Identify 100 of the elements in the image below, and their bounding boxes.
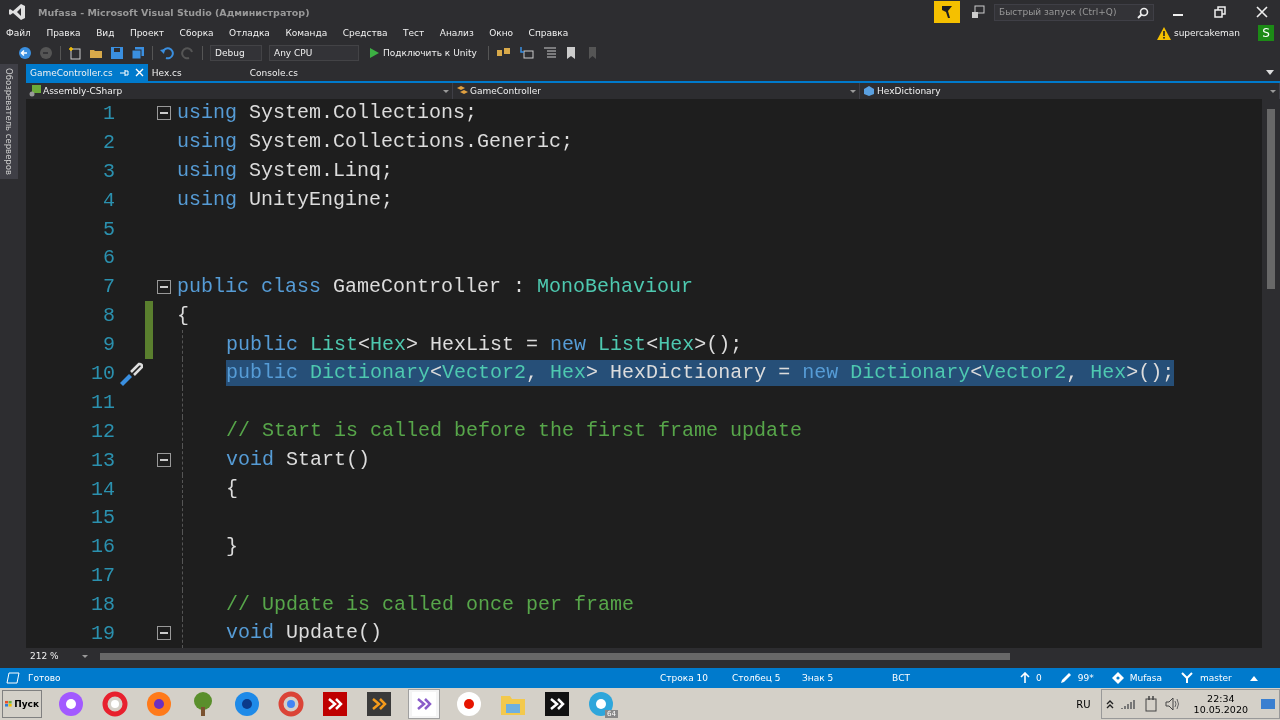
document-tab[interactable]: Console.cs <box>245 64 344 81</box>
app-icon <box>544 691 570 717</box>
collapse-toggle[interactable] <box>157 453 171 468</box>
chevron-up-icon[interactable] <box>1105 699 1114 709</box>
arrow-up-icon <box>1020 672 1030 684</box>
menu-item[interactable]: Файл <box>6 28 31 38</box>
type-dropdown[interactable]: GameController <box>453 83 860 99</box>
taskbar-app[interactable] <box>232 690 262 718</box>
line-number: 12 <box>90 419 115 443</box>
code-line: public class GameController : MonoBehaviour <box>177 273 694 300</box>
menu-item[interactable]: Тест <box>403 28 425 38</box>
quick-launch-field[interactable]: Быстрый запуск (Ctrl+Q) <box>994 3 1154 21</box>
line-number: 6 <box>102 246 115 270</box>
speaker-icon[interactable] <box>1164 697 1181 711</box>
restore-icon[interactable] <box>1214 6 1226 18</box>
pin-icon[interactable] <box>118 67 129 78</box>
menu-item[interactable]: Справка <box>528 28 569 38</box>
pencil-icon <box>1059 672 1072 684</box>
caret-up-icon[interactable] <box>1249 675 1258 681</box>
live-share-icon[interactable] <box>970 4 986 20</box>
project-dropdown[interactable]: Assembly-CSharp <box>26 83 453 99</box>
power-icon[interactable] <box>1143 696 1158 712</box>
app-icon <box>456 691 482 717</box>
line-number: 8 <box>102 304 115 328</box>
step-icon[interactable] <box>518 46 535 60</box>
menu-item[interactable]: Сборка <box>179 28 214 38</box>
code-line: void Update() <box>226 620 383 647</box>
taskbar-app[interactable] <box>542 690 572 718</box>
line-number: 1 <box>102 101 115 125</box>
branch-icon <box>1180 672 1195 684</box>
taskbar-app[interactable] <box>364 690 394 718</box>
platform-dropdown[interactable]: Any CPU <box>269 45 359 61</box>
column-indicator: Столбец 5 <box>732 673 782 683</box>
field-icon <box>863 85 875 97</box>
zoom-dropdown[interactable]: 212 % <box>26 651 92 661</box>
app-icon <box>146 691 172 717</box>
changes-count[interactable]: 99* <box>1077 673 1094 683</box>
line-number: 14 <box>90 477 115 501</box>
start-button[interactable]: Пуск <box>2 690 42 718</box>
user-name[interactable]: supercakeman <box>1173 28 1240 38</box>
menu-item[interactable]: Анализ <box>439 28 474 38</box>
code-line: // Update is called once per frame <box>226 591 635 618</box>
save-icon[interactable] <box>110 46 124 60</box>
search-icon[interactable] <box>1137 6 1149 19</box>
line-number: 2 <box>102 130 115 154</box>
new-item-icon[interactable] <box>68 46 82 60</box>
line-number: 15 <box>90 506 115 530</box>
menu-item[interactable]: Проект <box>129 28 165 38</box>
line-indicator: Строка 10 <box>660 673 709 683</box>
language-indicator[interactable]: RU <box>1076 698 1091 710</box>
tab-list-dropdown-icon[interactable] <box>1266 70 1274 75</box>
close-icon[interactable] <box>1256 6 1268 18</box>
document-tab[interactable]: GameController.cs <box>26 64 148 81</box>
configuration-dropdown[interactable]: Debug <box>210 45 262 61</box>
repository-icon <box>1111 672 1124 684</box>
output-icon <box>6 672 20 684</box>
menu-item[interactable]: Отладка <box>229 28 270 38</box>
code-line: { <box>226 476 238 502</box>
menu-item[interactable]: Правка <box>46 28 81 38</box>
repository-name[interactable]: Mufasa <box>1129 673 1163 683</box>
taskbar-app[interactable] <box>320 690 350 718</box>
app-icon <box>102 691 128 717</box>
document-tab[interactable]: Hex.cs <box>147 64 246 81</box>
clock-date[interactable]: 10.05.2020 <box>1193 704 1248 715</box>
code-line: { <box>177 302 189 329</box>
line-number: 13 <box>90 448 115 472</box>
code-line: using System.Linq; <box>177 158 394 185</box>
windows-logo-icon <box>5 698 13 710</box>
line-number: 10 <box>90 361 115 385</box>
menu-item[interactable]: Средства <box>342 28 388 38</box>
feedback-flag-icon[interactable] <box>934 1 960 23</box>
collapse-toggle[interactable] <box>157 279 171 294</box>
menu-item[interactable]: Вид <box>96 28 115 38</box>
attach-unity-button[interactable]: Подключить к Unity <box>366 48 481 58</box>
insert-mode-indicator: ВСТ <box>892 673 911 683</box>
branch-name[interactable]: master <box>1200 673 1232 683</box>
undo-icon[interactable] <box>160 46 174 60</box>
line-number: 18 <box>90 593 115 617</box>
line-number: 4 <box>102 188 115 212</box>
bookmark-icon[interactable] <box>564 46 577 60</box>
line-number: 17 <box>90 564 115 588</box>
collapse-toggle[interactable] <box>157 626 171 641</box>
list-icon[interactable] <box>541 46 558 60</box>
server-explorer-tab[interactable]: Обозреватель серверов <box>0 64 18 179</box>
window-title: Mufasa - Microsoft Visual Studio (Администратор) <box>38 6 310 18</box>
menu-item[interactable]: Окно <box>489 28 514 38</box>
show-desktop-icon[interactable] <box>1261 698 1275 710</box>
menu-item[interactable]: Команда <box>285 28 328 38</box>
line-number: 7 <box>102 275 115 299</box>
collapse-toggle[interactable] <box>157 106 171 121</box>
clock-time[interactable]: 22:34 <box>1207 693 1235 704</box>
push-count[interactable]: 0 <box>1036 673 1042 683</box>
save-all-icon[interactable] <box>131 46 145 60</box>
back-icon[interactable] <box>18 46 32 60</box>
app-icon <box>366 691 392 717</box>
warning-icon <box>1156 26 1171 40</box>
account-avatar[interactable]: S <box>1258 25 1274 41</box>
app-icon <box>58 691 84 717</box>
signal-icon[interactable] <box>1120 698 1137 710</box>
code-line: } <box>226 533 238 560</box>
